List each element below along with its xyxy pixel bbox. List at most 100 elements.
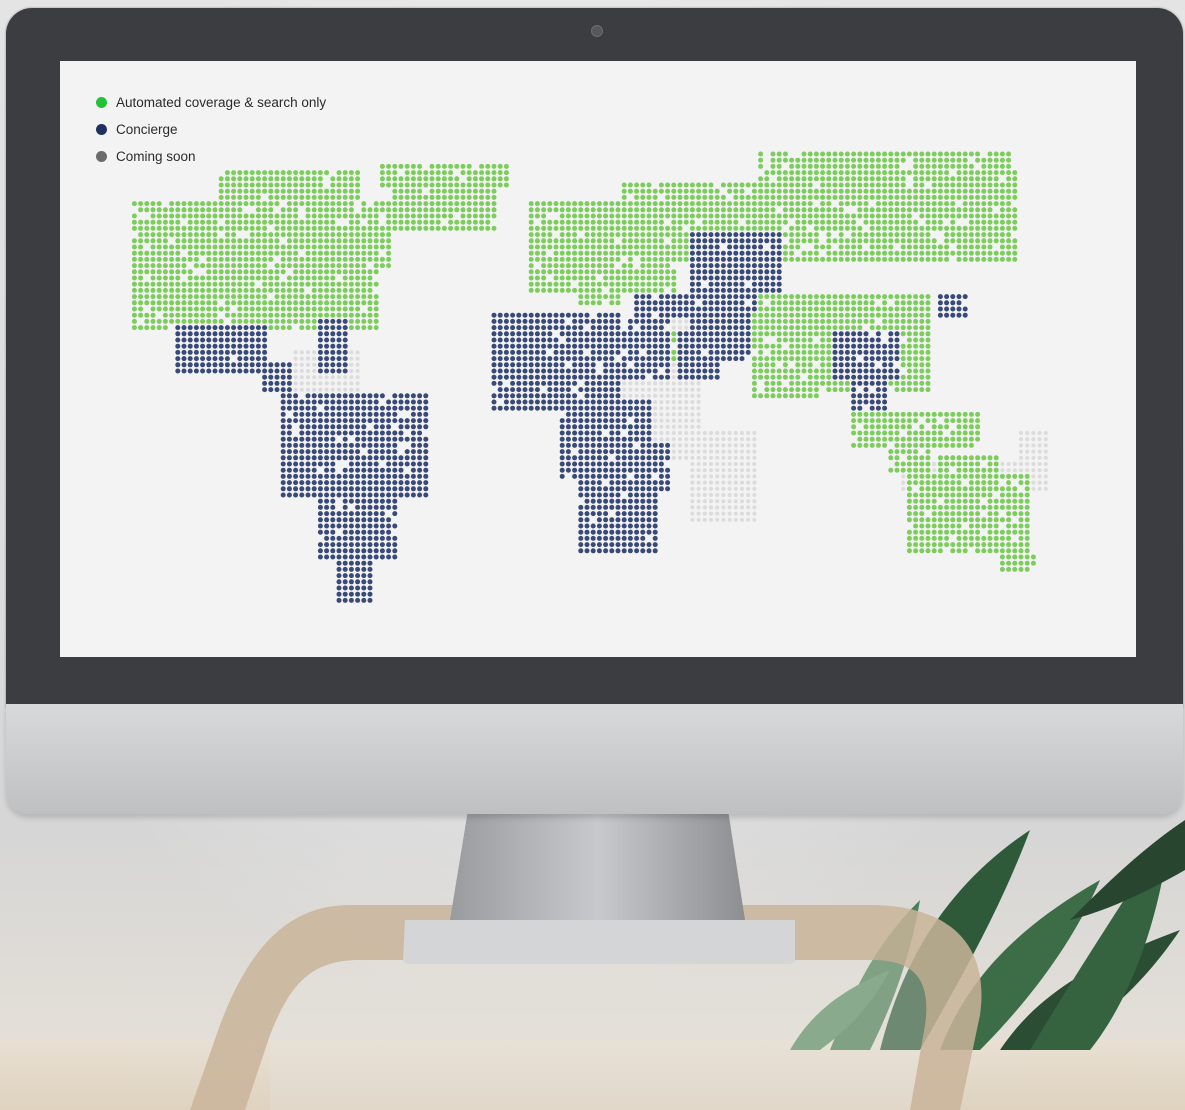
map-dot-automated: [410, 213, 416, 219]
map-dot-automated: [956, 176, 962, 182]
map-dot-concierge: [324, 343, 330, 349]
map-dot-concierge: [392, 511, 398, 517]
map-dot-concierge: [348, 591, 354, 597]
map-dot-concierge: [727, 331, 733, 337]
map-dot-automated: [224, 188, 230, 194]
map-dot-automated: [156, 207, 162, 213]
map-dot-coming-soon: [702, 505, 707, 510]
map-dot-automated: [751, 213, 757, 219]
map-dot-automated: [553, 287, 559, 293]
map-dot-automated: [547, 207, 553, 213]
map-dot-coming-soon: [318, 387, 323, 392]
map-dot-concierge: [386, 548, 392, 554]
map-dot-automated: [801, 225, 807, 231]
map-dot-automated: [919, 318, 925, 324]
map-dot-automated: [770, 157, 776, 163]
map-dot-automated: [665, 182, 671, 188]
map-dot-automated: [913, 219, 919, 225]
map-dot-concierge: [596, 449, 602, 455]
map-dot-concierge: [317, 480, 323, 486]
map-dot-concierge: [584, 529, 590, 535]
map-dot-automated: [150, 238, 156, 244]
map-dot-automated: [466, 176, 472, 182]
map-dot-automated: [547, 225, 553, 231]
map-dot-automated: [776, 387, 782, 393]
map-dot-automated: [801, 194, 807, 200]
map-dot-automated: [429, 163, 435, 169]
map-dot-automated: [609, 207, 615, 213]
map-dot-coming-soon: [752, 455, 757, 460]
map-dot-concierge: [348, 560, 354, 566]
map-dot-automated: [590, 244, 596, 250]
map-dot-concierge: [596, 430, 602, 436]
map-dot-automated: [596, 232, 602, 238]
map-dot-coming-soon: [702, 449, 707, 454]
map-dot-concierge: [311, 486, 317, 492]
map-dot-automated: [925, 418, 931, 424]
map-dot-automated: [677, 238, 683, 244]
map-dot-concierge: [305, 442, 311, 448]
map-dot-automated: [925, 151, 931, 157]
map-dot-automated: [652, 232, 658, 238]
map-dot-automated: [212, 294, 218, 300]
map-dot-coming-soon: [305, 350, 311, 355]
map-dot-automated: [875, 256, 881, 262]
map-dot-concierge: [857, 374, 863, 380]
map-dot-coming-soon: [330, 375, 335, 380]
map-dot-concierge: [367, 554, 373, 560]
map-dot-concierge: [342, 325, 348, 331]
map-dot-concierge: [317, 449, 323, 455]
map-dot-concierge: [361, 597, 367, 603]
map-dot-automated: [838, 157, 844, 163]
map-dot-concierge: [386, 535, 392, 541]
map-dot-automated: [826, 207, 832, 213]
map-dot-coming-soon: [653, 381, 658, 386]
map-dot-automated: [906, 362, 912, 368]
map-dot-automated: [150, 294, 156, 300]
map-dot-automated: [255, 176, 261, 182]
map-dot-automated: [807, 343, 813, 349]
map-dot-automated: [646, 269, 652, 275]
map-dot-automated: [838, 182, 844, 188]
map-dot-automated: [255, 294, 261, 300]
map-dot-concierge: [764, 250, 770, 256]
map-dot-automated: [627, 219, 633, 225]
map-dot-automated: [231, 256, 237, 262]
map-dot-automated: [956, 473, 962, 479]
map-dot-automated: [634, 219, 640, 225]
map-dot-automated: [386, 182, 392, 188]
map-dot-concierge: [336, 560, 342, 566]
map-dot-automated: [262, 213, 268, 219]
map-dot-concierge: [224, 356, 230, 362]
map-dot-automated: [795, 238, 801, 244]
map-dot-coming-soon: [659, 399, 664, 405]
map-dot-automated: [906, 455, 912, 461]
map-dot-automated: [200, 287, 206, 293]
map-dot-concierge: [299, 492, 305, 498]
map-dot-coming-soon: [721, 468, 726, 473]
map-dot-concierge: [336, 331, 342, 337]
map-dot-automated: [200, 250, 206, 256]
map-dot-automated: [441, 163, 447, 169]
map-dot-concierge: [317, 492, 323, 498]
map-dot-concierge: [888, 374, 894, 380]
map-dot-automated: [733, 201, 739, 207]
map-dot-automated: [578, 256, 584, 262]
map-dot-automated: [621, 188, 627, 194]
map-dot-concierge: [615, 343, 621, 349]
map-dot-automated: [665, 269, 671, 275]
map-dot-automated: [367, 232, 373, 238]
map-dot-automated: [156, 318, 162, 324]
map-dot-concierge: [609, 337, 615, 343]
map-dot-concierge: [751, 281, 757, 287]
map-dot-concierge: [708, 312, 714, 318]
map-dot-automated: [820, 163, 826, 169]
map-dot-concierge: [367, 455, 373, 461]
map-dot-automated: [330, 194, 336, 200]
map-dot-concierge: [317, 325, 323, 331]
map-dot-automated: [330, 275, 336, 281]
map-dot-concierge: [181, 356, 187, 362]
map-dot-automated: [311, 263, 317, 269]
map-dot-automated: [888, 170, 894, 176]
map-dot-concierge: [584, 374, 590, 380]
